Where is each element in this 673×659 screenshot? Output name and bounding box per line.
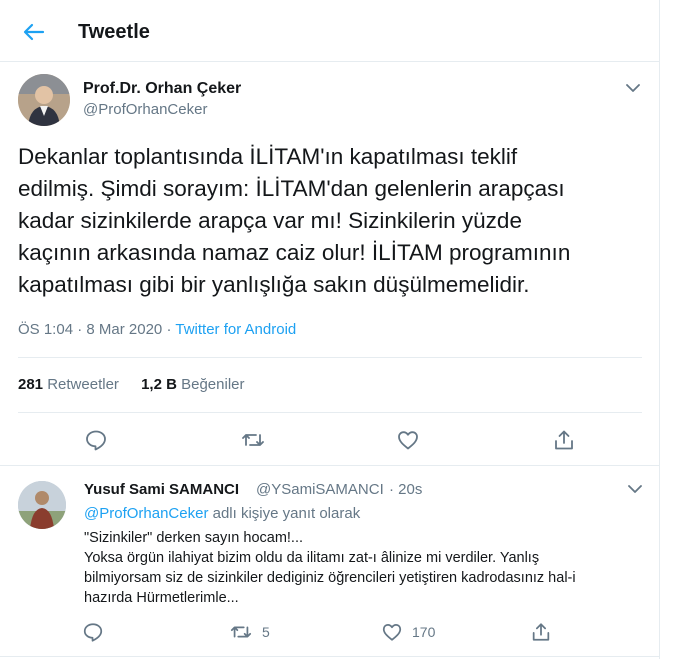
chevron-down-icon: [628, 485, 642, 493]
reply-to-suffix: adlı kişiye yanıt olarak: [212, 505, 361, 522]
tweet-menu-button[interactable]: [624, 79, 642, 97]
reply-menu-button[interactable]: [626, 480, 644, 498]
heart-icon: [398, 431, 418, 450]
author-handle[interactable]: @ProfOrhanCeker: [83, 101, 207, 118]
divider: [18, 412, 642, 413]
tweet-page: Tweetle Prof.Dr. Orhan Çeker @ProfOrhanC…: [0, 0, 660, 659]
tweet-text: Dekanlar toplantısında İLİTAM'ın kapatıl…: [18, 144, 571, 297]
reply-retweet-count: 5: [262, 624, 270, 640]
comment-bubble-icon: [86, 430, 106, 451]
likes-count: 1,2 B: [141, 376, 177, 393]
reply-like-button[interactable]: [381, 621, 405, 645]
avatar[interactable]: [18, 74, 70, 126]
page-header: Tweetle: [0, 0, 660, 62]
chevron-down-icon: [626, 84, 640, 92]
reply-timestamp[interactable]: · 20s: [389, 481, 422, 498]
likes-stat[interactable]: 1,2 B Beğeniler: [141, 376, 244, 393]
reply-profile-photo: [18, 481, 66, 529]
share-icon: [532, 623, 550, 641]
retweets-label: Retweetler: [47, 376, 119, 393]
retweet-icon: [242, 434, 264, 446]
share-icon: [555, 430, 573, 450]
tweet-meta: ÖS 1:04 · 8 Mar 2020 · Twitter for Andro…: [18, 321, 296, 338]
reply-avatar[interactable]: [18, 481, 66, 529]
reply-context: @ProfOrhanCeker adlı kişiye yanıt olarak: [84, 505, 360, 522]
arrow-left-icon: [23, 23, 45, 41]
heart-icon: [382, 623, 402, 641]
author-name[interactable]: Prof.Dr. Orhan Çeker: [83, 80, 241, 98]
like-button[interactable]: [396, 428, 420, 452]
tweet-date[interactable]: 8 Mar 2020: [86, 321, 162, 338]
reply-retweet-button[interactable]: [230, 621, 254, 645]
reply-button[interactable]: [84, 428, 108, 452]
section-divider: [0, 656, 660, 657]
retweets-count: 281: [18, 376, 44, 393]
retweet-icon: [230, 626, 252, 638]
likes-label: Beğeniler: [181, 376, 245, 393]
reply-text: "Sizinkiler" derken sayın hocam!... Yoks…: [84, 530, 576, 606]
share-button[interactable]: [552, 428, 576, 452]
profile-photo: [18, 74, 70, 126]
reply-time-text: 20s: [398, 481, 423, 498]
reply-share-button[interactable]: [530, 621, 554, 645]
tweet-stats: 281 Retweetler 1,2 B Beğeniler: [18, 376, 263, 393]
divider: [18, 357, 642, 358]
back-button[interactable]: [20, 18, 48, 46]
reply-author-handle[interactable]: @YSamiSAMANCI: [256, 481, 384, 498]
tweet-source-link[interactable]: Twitter for Android: [175, 321, 296, 338]
retweet-button[interactable]: [241, 428, 265, 452]
retweets-stat[interactable]: 281 Retweetler: [18, 376, 119, 393]
reply-like-count: 170: [412, 624, 436, 640]
page-title: Tweetle: [78, 21, 150, 43]
reply-separator: ·: [389, 481, 394, 498]
tweet-time[interactable]: ÖS 1:04: [18, 321, 73, 338]
reply-reply-button[interactable]: [82, 621, 106, 645]
meta-separator: ·: [77, 321, 83, 338]
meta-separator-2: ·: [166, 321, 172, 338]
reply-author-name[interactable]: Yusuf Sami SAMANCI: [84, 481, 239, 498]
section-divider: [0, 465, 660, 466]
reply-to-handle-link[interactable]: @ProfOrhanCeker: [84, 505, 208, 522]
comment-bubble-icon: [83, 623, 103, 642]
